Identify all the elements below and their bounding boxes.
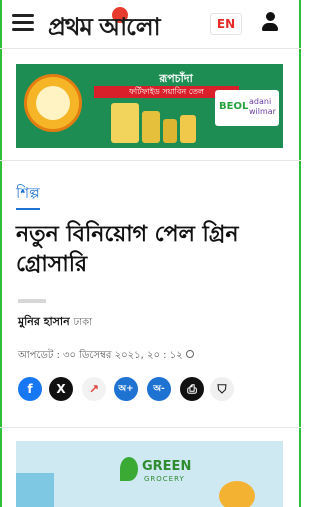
section-divider: [0, 160, 301, 161]
ad-product-image: [16, 473, 54, 507]
print-icon[interactable]: ⎙: [180, 377, 204, 401]
frame-right: [299, 0, 301, 507]
increase-font-icon[interactable]: অ+: [114, 377, 138, 401]
ad-partner-logo: BEOL adani wilmar: [215, 90, 279, 126]
site-logo[interactable]: প্রথম আলো: [48, 6, 198, 41]
article-headline: নতুন বিনিয়োগ পেল গ্রিন গ্রোসারি: [16, 222, 239, 277]
ad-brand-name: GREEN: [142, 459, 192, 474]
ad-bottle-image: [163, 119, 177, 143]
decrease-font-icon[interactable]: অ-: [147, 377, 171, 401]
author-divider: [18, 299, 46, 303]
author-location: ঢাকা: [73, 317, 92, 328]
logo-text: প্রথম আলো: [48, 13, 161, 41]
frame-left: [0, 0, 2, 507]
green-grocery-logo-icon: [120, 457, 138, 481]
article-category[interactable]: শিল্প: [16, 182, 40, 210]
article-updated-time: আপডেট : ৩০ ডিসেম্বর ২০২১, ২০ : ১২: [18, 348, 194, 365]
top-advertisement[interactable]: রূপচাঁদা ফর্টিফাইড সয়াবিন তেল BEOL adan…: [16, 64, 283, 148]
ad-bottle-image: [180, 115, 196, 143]
ad-bottle-image: [142, 111, 160, 143]
ad-bottle-image: [111, 103, 139, 143]
updated-text: আপডেট : ৩০ ডিসেম্বর ২০২১, ২০ : ১২: [18, 350, 183, 361]
english-language-button[interactable]: EN: [210, 13, 242, 35]
user-account-icon[interactable]: [262, 12, 280, 34]
facebook-share-icon[interactable]: f: [18, 377, 42, 401]
share-icon[interactable]: ↗: [82, 377, 106, 401]
article-author: মুনির হাসান ঢাকা: [18, 313, 92, 332]
site-header: প্রথম আলো EN: [0, 0, 301, 49]
update-icon: [185, 350, 194, 358]
x-share-icon[interactable]: X: [49, 377, 73, 401]
hamburger-menu-icon[interactable]: [12, 14, 34, 32]
ad-vegetable-image: [219, 481, 255, 507]
section-divider: [0, 427, 301, 428]
author-name[interactable]: মুনির হাসান: [18, 315, 70, 328]
ad-brand-badge-icon: [24, 74, 82, 132]
ad-brand-sub: GROCERY: [144, 475, 185, 483]
bookmark-icon[interactable]: ⛉: [210, 377, 234, 401]
bottom-advertisement[interactable]: GREEN GROCERY: [16, 441, 283, 507]
